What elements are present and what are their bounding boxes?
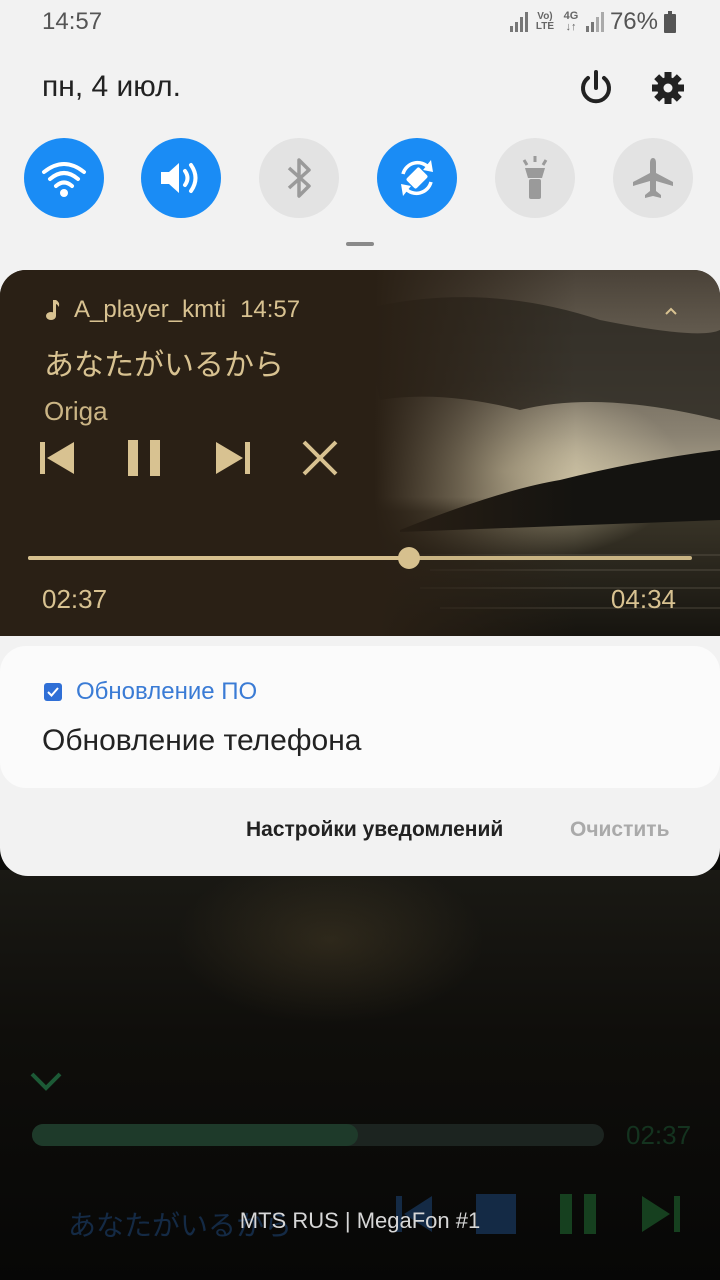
background-current-time: 02:37 bbox=[626, 1120, 692, 1150]
qs-tile-wifi[interactable] bbox=[24, 138, 104, 218]
sys-notification-app: Обновление ПО bbox=[76, 678, 258, 705]
media-header: A_player_kmti 14:57 bbox=[44, 296, 300, 324]
signal-icon-2 bbox=[585, 12, 604, 32]
notification-shade: 14:57 Vo) LTE 4G ↓↑ 76% пн, 4 июл. A_pla… bbox=[0, 0, 720, 876]
flashlight-icon bbox=[522, 156, 548, 199]
battery-icon bbox=[664, 11, 676, 33]
status-time: 14:57 bbox=[42, 8, 103, 35]
bluetooth-icon bbox=[287, 158, 311, 198]
checkbox-app-icon bbox=[44, 683, 62, 701]
quick-settings-row bbox=[24, 138, 696, 222]
4g-icon: 4G ↓↑ bbox=[563, 10, 579, 33]
music-note-icon bbox=[46, 300, 60, 320]
settings-gear-icon[interactable] bbox=[646, 66, 690, 110]
shade-drag-handle[interactable] bbox=[346, 242, 374, 246]
status-icons: Vo) LTE 4G ↓↑ 76% bbox=[509, 8, 676, 36]
media-artist: Origa bbox=[44, 396, 108, 426]
carrier-label: MTS RUS | MegaFon #1 bbox=[239, 1208, 481, 1233]
collapse-chevron-up-icon[interactable] bbox=[660, 300, 682, 322]
qs-tile-auto-rotate[interactable] bbox=[377, 138, 457, 218]
media-notification[interactable]: A_player_kmti 14:57 あなたがいるから Origa 02:37… bbox=[0, 270, 720, 636]
background-chevron-down-icon bbox=[30, 1072, 62, 1091]
next-track-icon[interactable] bbox=[210, 436, 254, 480]
media-app-name: A_player_kmti bbox=[74, 296, 227, 323]
sys-notification-title: Обновление телефона bbox=[42, 724, 362, 757]
date-label: пн, 4 июл. bbox=[42, 70, 181, 103]
qs-tile-airplane[interactable] bbox=[613, 138, 693, 218]
battery-percent: 76% bbox=[609, 8, 658, 35]
media-total-time: 04:34 bbox=[610, 584, 676, 614]
status-bar: 14:57 Vo) LTE 4G ↓↑ 76% bbox=[0, 0, 720, 44]
media-gradient-overlay bbox=[0, 270, 720, 636]
power-icon[interactable] bbox=[574, 66, 618, 110]
seek-bar-fill bbox=[28, 556, 410, 560]
volume-icon bbox=[161, 163, 198, 193]
seek-bar-thumb[interactable] bbox=[398, 547, 421, 569]
clear-button[interactable]: Очистить bbox=[570, 818, 670, 842]
background-progress-fill bbox=[32, 1124, 359, 1146]
background-progress-bar bbox=[32, 1124, 604, 1146]
media-track-title: あなたがいるから bbox=[44, 349, 284, 382]
wifi-icon bbox=[42, 162, 86, 197]
signal-icon bbox=[509, 12, 528, 32]
pause-icon[interactable] bbox=[122, 436, 166, 480]
media-current-time: 02:37 bbox=[42, 584, 108, 614]
software-update-notification[interactable]: Обновление ПО Обновление телефона bbox=[0, 646, 720, 788]
volte-icon: Vo) LTE bbox=[534, 12, 556, 32]
sys-notification-header: Обновление ПО bbox=[44, 678, 257, 706]
airplane-icon bbox=[633, 158, 673, 198]
qs-tile-flashlight[interactable] bbox=[495, 138, 575, 218]
notification-settings-button[interactable]: Настройки уведомлений bbox=[246, 818, 503, 842]
volte-label: Vo) LTE bbox=[535, 11, 555, 32]
previous-track-icon[interactable] bbox=[36, 436, 80, 480]
seek-bar[interactable] bbox=[28, 547, 692, 569]
close-icon[interactable] bbox=[298, 436, 342, 480]
qs-tile-bluetooth[interactable] bbox=[259, 138, 339, 218]
media-notification-time: 14:57 bbox=[240, 296, 301, 323]
4g-label: 4G bbox=[563, 10, 579, 22]
rotate-icon bbox=[401, 160, 433, 196]
qs-tile-sound[interactable] bbox=[141, 138, 221, 218]
